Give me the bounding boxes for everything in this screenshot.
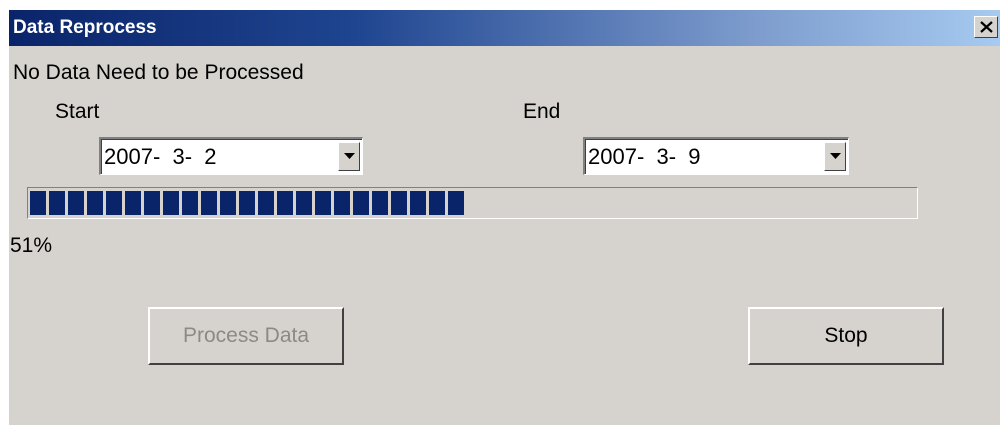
chevron-down-icon [830, 153, 841, 159]
progress-block [277, 191, 293, 215]
progress-block [30, 191, 46, 215]
stop-button[interactable]: Stop [748, 307, 944, 365]
progress-block [315, 191, 331, 215]
end-date-value: 2007- 3- 9 [588, 144, 701, 169]
progress-block [144, 191, 160, 215]
process-data-button[interactable]: Process Data [148, 307, 344, 365]
progress-block [201, 191, 217, 215]
start-date-picker[interactable]: 2007- 3- 2 [99, 137, 363, 175]
close-icon [980, 21, 993, 33]
progress-block [353, 191, 369, 215]
close-button[interactable] [974, 16, 998, 38]
progress-percent: 51% [10, 234, 53, 257]
progress-block [334, 191, 350, 215]
progress-block [87, 191, 103, 215]
title-bar[interactable]: Data Reprocess [9, 10, 1000, 46]
end-date-dropdown-button[interactable] [824, 142, 846, 171]
progress-block [296, 191, 312, 215]
progress-block [68, 191, 84, 215]
start-date-value: 2007- 3- 2 [104, 144, 217, 169]
progress-block [49, 191, 65, 215]
progress-block [258, 191, 274, 215]
progress-block [391, 191, 407, 215]
progress-block [106, 191, 122, 215]
end-label: End [523, 100, 561, 123]
progress-bar-fill [30, 191, 464, 215]
progress-block [410, 191, 426, 215]
window-title: Data Reprocess [13, 17, 157, 38]
start-date-dropdown-button[interactable] [338, 142, 360, 171]
chevron-down-icon [344, 153, 355, 159]
progress-bar [27, 187, 918, 219]
progress-block [372, 191, 388, 215]
progress-block [239, 191, 255, 215]
progress-block [220, 191, 236, 215]
progress-block [182, 191, 198, 215]
end-date-picker[interactable]: 2007- 3- 9 [583, 137, 849, 175]
status-message: No Data Need to be Processed [13, 61, 304, 84]
progress-block [448, 191, 464, 215]
progress-block [125, 191, 141, 215]
progress-block [429, 191, 445, 215]
data-reprocess-dialog: Data Reprocess No Data Need to be Proces… [8, 9, 1000, 425]
start-label: Start [55, 100, 100, 123]
progress-block [163, 191, 179, 215]
